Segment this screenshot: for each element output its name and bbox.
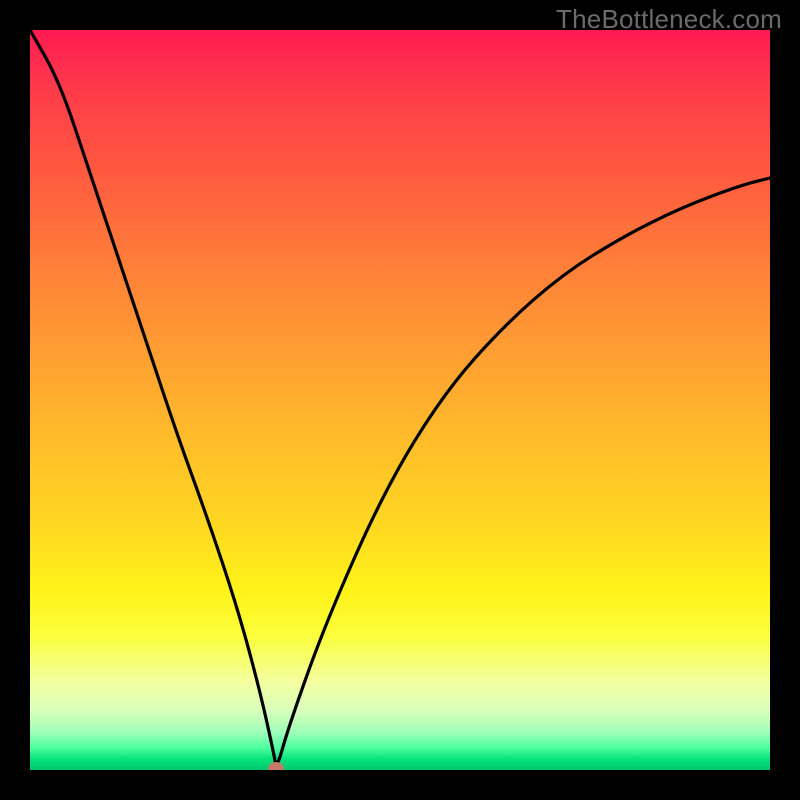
chart-frame: TheBottleneck.com [0, 0, 800, 800]
watermark-text: TheBottleneck.com [556, 4, 782, 35]
bottleneck-curve [30, 30, 770, 764]
curve-svg [30, 30, 770, 770]
plot-area [30, 30, 770, 770]
